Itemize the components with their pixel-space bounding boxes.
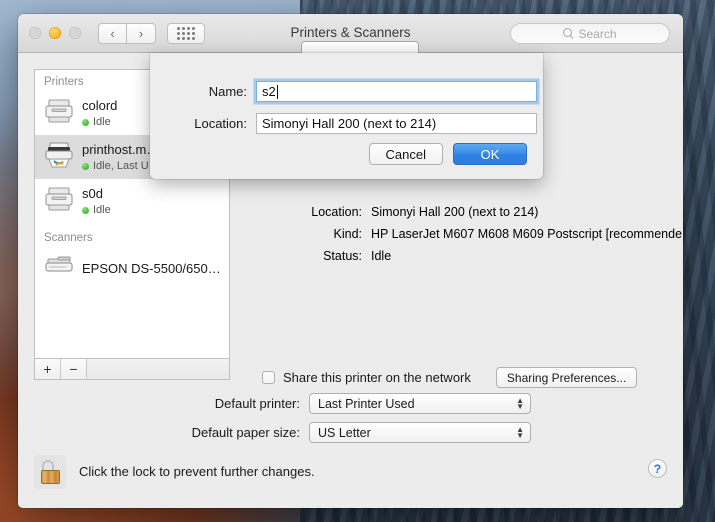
search-field[interactable]: Search	[510, 23, 670, 44]
minimize-button[interactable]	[49, 27, 61, 39]
share-printer-checkbox[interactable]	[262, 371, 275, 384]
navigation-buttons: ‹ ›	[98, 22, 156, 44]
list-item-status: Idle	[82, 115, 117, 129]
lock-message: Click the lock to prevent further change…	[79, 464, 315, 479]
location-label: Location:	[311, 205, 362, 219]
status-dot-icon	[82, 206, 89, 214]
printer-icon	[44, 97, 74, 130]
status-label: Status:	[323, 249, 362, 263]
list-item-status: Idle, Last U…	[82, 159, 160, 173]
system-preferences-window: ‹ › Printers & Scanners Search Printers	[18, 14, 683, 508]
location-value: Simonyi Hall 200 (next to 214)	[371, 205, 539, 219]
forward-button[interactable]: ›	[127, 22, 156, 44]
sheet-location-label: Location:	[194, 116, 247, 131]
lock-bar: Click the lock to prevent further change…	[18, 450, 683, 508]
default-paper-size-popup[interactable]: US Letter ▲ ▼	[309, 422, 531, 443]
back-button[interactable]: ‹	[98, 22, 127, 44]
sheet-buttons: Cancel OK	[368, 143, 527, 165]
chevron-updown-icon: ▲ ▼	[516, 424, 524, 440]
scanners-group-header: Scanners	[44, 232, 93, 244]
add-printer-button[interactable]: +	[35, 359, 61, 379]
ok-button[interactable]: OK	[453, 143, 527, 165]
list-item-name: colord	[82, 98, 118, 113]
share-printer-label: Share this printer on the network	[283, 370, 471, 385]
status-dot-icon	[82, 162, 89, 170]
search-icon	[563, 28, 574, 39]
kind-value-wrap: HP LaserJet M607 M608 M609 Postscript [r…	[371, 227, 683, 241]
status-dot-icon	[82, 118, 89, 126]
list-item-texts: s0d Idle	[82, 185, 111, 217]
default-paper-size-row: Default paper size: US Letter ▲ ▼	[158, 422, 531, 443]
kind-value: HP LaserJet M607 M608 M609 Postscript [r…	[371, 227, 683, 241]
cancel-button[interactable]: Cancel	[368, 143, 443, 165]
printer-options-sheet: Name: s2 Location: Simonyi Hall 200 (nex…	[150, 53, 543, 179]
list-item-status: Idle	[82, 203, 111, 217]
show-all-button[interactable]	[167, 22, 205, 44]
kind-label: Kind:	[333, 227, 363, 241]
status-value: Idle	[371, 249, 392, 263]
list-item-name: printhost.m…	[82, 142, 160, 157]
list-item-name: EPSON DS-5500/650…	[82, 261, 221, 276]
list-item-texts: colord Idle	[82, 97, 117, 129]
default-paper-size-label: Default paper size:	[191, 425, 300, 440]
sheet-location-input[interactable]: Simonyi Hall 200 (next to 214)	[256, 113, 537, 134]
list-item-texts: EPSON DS-5500/650…	[82, 260, 221, 278]
share-printer-row: Share this printer on the network Sharin…	[262, 367, 638, 388]
list-item-texts: printhost.m… Idle, Last U…	[82, 141, 160, 173]
printer-icon	[44, 185, 74, 218]
sheet-name-label: Name:	[208, 84, 247, 99]
text-caret	[276, 84, 278, 99]
sheet-location-value: Simonyi Hall 200 (next to 214)	[262, 116, 437, 131]
list-item[interactable]: s0d Idle	[35, 179, 229, 223]
search-placeholder: Search	[578, 26, 617, 41]
printer-icon	[44, 141, 74, 174]
list-item-name: s0d	[82, 186, 103, 201]
zoom-button[interactable]	[69, 27, 81, 39]
list-item-status-text: Idle	[93, 116, 111, 128]
traffic-lights	[29, 27, 81, 39]
default-printer-popup[interactable]: Last Printer Used ▲ ▼	[309, 393, 531, 414]
sheet-location-row: Location: Simonyi Hall 200 (next to 214)	[165, 113, 537, 134]
list-item-status-text: Idle	[93, 204, 111, 216]
remove-printer-button[interactable]: −	[61, 359, 87, 379]
list-item[interactable]: EPSON DS-5500/650…	[35, 247, 229, 291]
default-printer-label: Default printer:	[214, 396, 300, 411]
unlocked-padlock-icon	[40, 460, 60, 484]
sheet-name-input[interactable]: s2	[256, 81, 537, 102]
default-printer-row: Default printer: Last Printer Used ▲ ▼	[158, 393, 531, 414]
lock-button[interactable]	[34, 455, 66, 489]
sharing-preferences-button[interactable]: Sharing Preferences...	[495, 367, 638, 388]
help-button[interactable]: ?	[648, 459, 667, 478]
close-button[interactable]	[29, 27, 41, 39]
sheet-name-value: s2	[262, 84, 276, 99]
scanner-icon	[44, 253, 74, 286]
default-printer-value: Last Printer Used	[318, 396, 415, 411]
device-list-footer: + −	[34, 358, 230, 380]
sheet-name-row: Name: s2	[165, 81, 537, 102]
chevron-updown-icon: ▲ ▼	[516, 395, 524, 411]
grid-icon	[177, 26, 195, 40]
default-paper-size-value: US Letter	[318, 425, 371, 440]
